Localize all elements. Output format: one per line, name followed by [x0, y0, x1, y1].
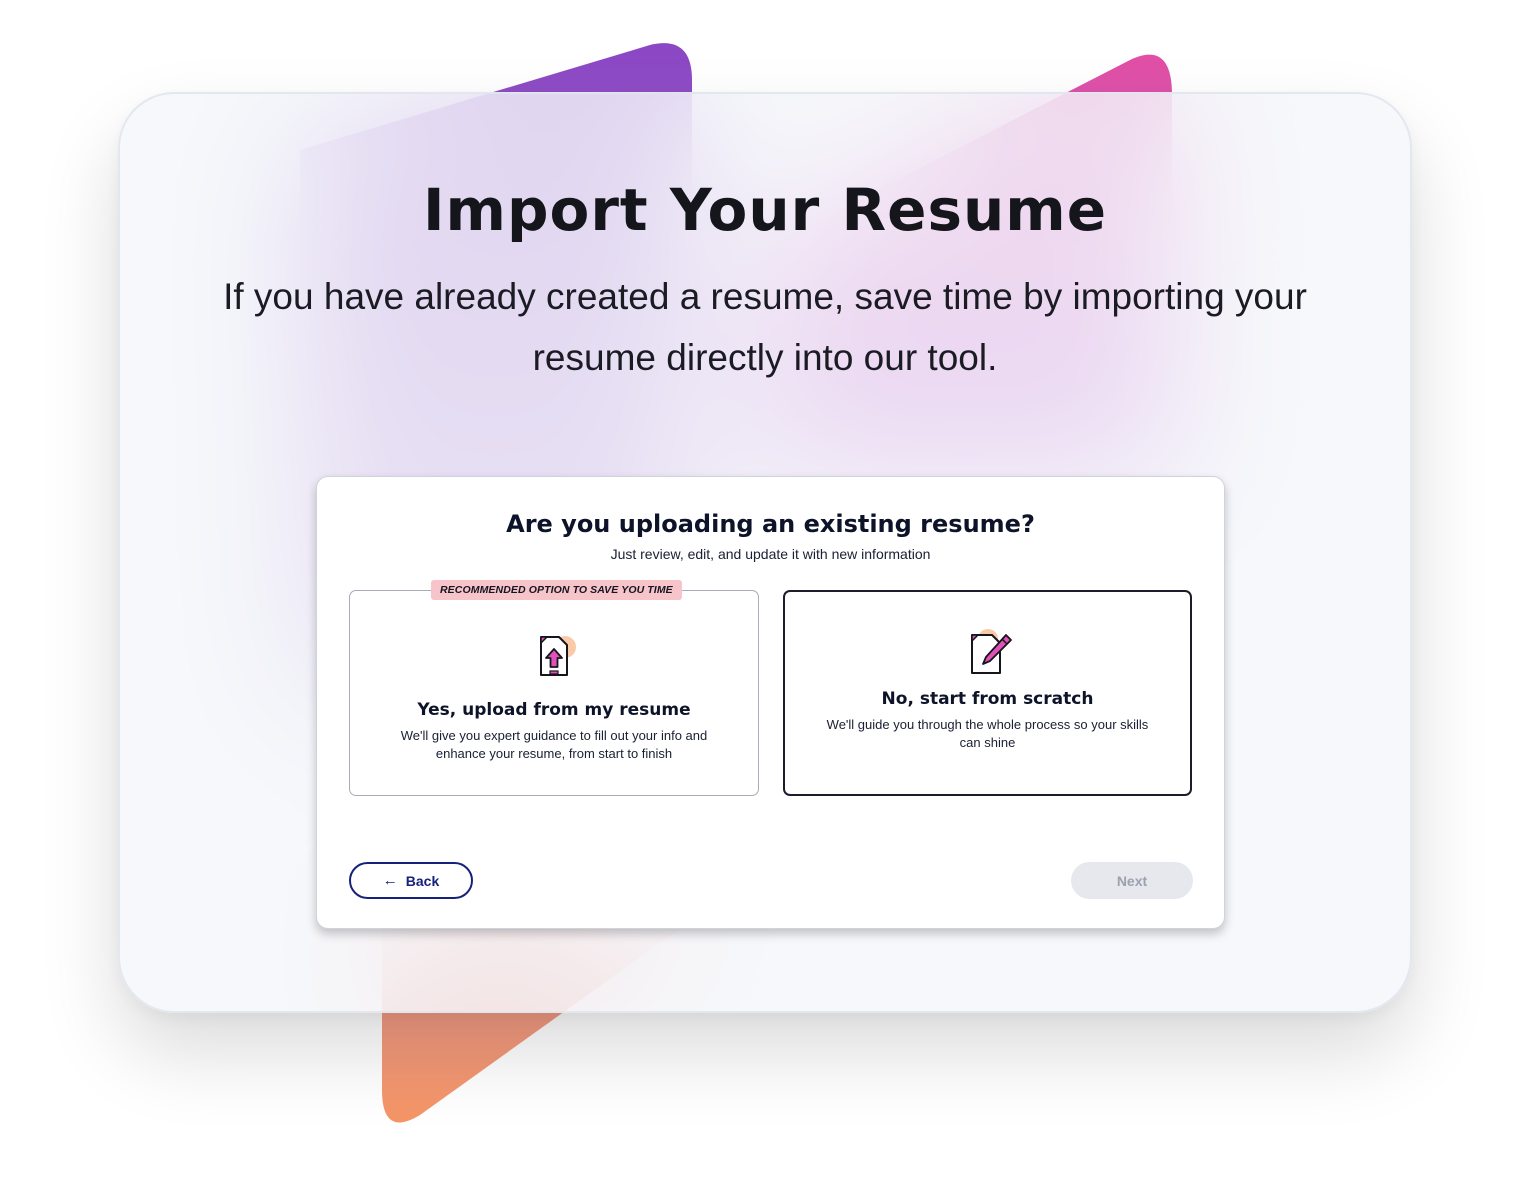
option-description: We'll give you expert guidance to fill o… — [400, 728, 708, 761]
page-title: Import Your Resume — [422, 176, 1108, 244]
arrow-left-icon: ← — [382, 872, 398, 889]
back-button-label: Back — [405, 872, 440, 889]
upload-document-icon — [540, 636, 576, 676]
option-title: Yes, upload from my resume — [417, 700, 691, 720]
page: Import Your Resume If you have already c… — [0, 0, 1530, 1179]
dialog-subtitle: Just review, edit, and update it with ne… — [610, 546, 931, 562]
edit-document-icon — [971, 629, 1012, 674]
next-button-label: Next — [1116, 872, 1148, 889]
option-description: We'll guide you through the whole proces… — [826, 717, 1149, 750]
page-subtitle: If you have already created a resume, sa… — [223, 276, 1307, 378]
recommended-badge: RECOMMENDED OPTION TO SAVE YOU TIME — [431, 580, 682, 600]
import-resume-dialog: Are you uploading an existing resume? Ju… — [316, 476, 1225, 929]
upload-resume-option[interactable]: RECOMMENDED OPTION TO SAVE YOU TIME Yes,… — [349, 580, 759, 796]
next-button[interactable]: Next — [1071, 862, 1193, 899]
option-title: No, start from scratch — [881, 689, 1094, 709]
back-button[interactable]: ← Back — [349, 862, 473, 899]
dialog-title: Are you uploading an existing resume? — [506, 510, 1035, 538]
start-from-scratch-option[interactable]: No, start from scratch We'll guide you t… — [783, 590, 1192, 796]
